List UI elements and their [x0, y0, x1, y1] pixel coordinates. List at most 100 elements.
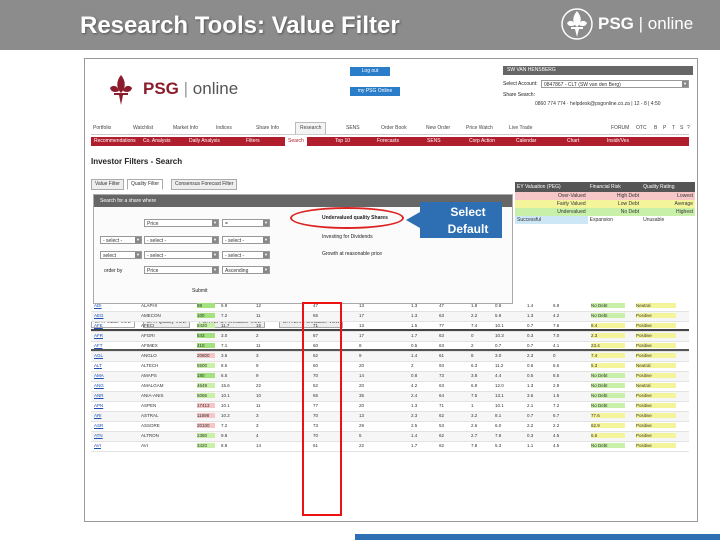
cell-p-nav: 0.5	[411, 343, 418, 348]
subnav-insider[interactable]: Insidr/Ves	[607, 138, 629, 144]
nav-t[interactable]: T	[672, 125, 675, 131]
subnav-calendar[interactable]: Calendar	[516, 138, 536, 144]
cell-share-code[interactable]: AFR	[94, 333, 134, 338]
legend-header: Quality Rating	[641, 182, 695, 192]
cell-share-code[interactable]: AFT	[94, 343, 134, 348]
nav-s[interactable]: S	[680, 125, 683, 131]
table-row[interactable]: AFR AFGRI 543 3.0 2 67 17 1.7 63 0 10.3 0.3 7.0 2.3 Po…	[91, 332, 689, 342]
cell-roe: 17	[359, 313, 365, 318]
nav-portfolio[interactable]: Portfolio	[93, 125, 111, 131]
app-logo-bold: PSG	[143, 79, 179, 98]
subnav-top-10[interactable]: Top 10	[335, 138, 350, 144]
table-row[interactable]: ADI ALAPHI 88 6.9 12 47 13 1.3 47 1.8 0.6 1.4 6.9 No …	[91, 302, 689, 312]
row2-field-select[interactable]: - select - ▼	[144, 236, 219, 244]
row2-operator-select[interactable]: - select - ▼	[222, 236, 270, 244]
cell-p-tnav: 3.2	[471, 413, 478, 418]
nav-market-info[interactable]: Market Info	[173, 125, 198, 131]
chevron-down-icon: ▼	[135, 237, 141, 243]
cell-share-code[interactable]: ALT	[94, 363, 134, 368]
nav-research[interactable]: Research	[295, 122, 327, 134]
table-row[interactable]: APN ASPEN 17413 10.1 11 77 20 1.3 71 1 10.1 2.1 7.2 N…	[91, 402, 689, 412]
table-row[interactable]: AFE AFECI 8420 11.7 15 71 13 1.5 77 7.4 10.1 0.7 7.6…	[91, 322, 689, 332]
cell-div-yield: 4.2	[553, 313, 560, 318]
cell-share-code[interactable]: ARI	[94, 413, 134, 418]
subnav-search[interactable]: Search	[285, 137, 307, 146]
table-row[interactable]: ALT ALTECH 5500 8.5 9 60 20 2 93 6.3 11.2 0.6 6.5 5.3…	[91, 362, 689, 372]
row3-field-select[interactable]: - select - ▼	[144, 251, 219, 259]
cell-share-name: AFGRI	[141, 333, 155, 338]
cell-share-code[interactable]: ANG	[94, 383, 134, 388]
nav-indices[interactable]: Indices	[216, 125, 232, 131]
row1-field-select[interactable]: Price ▼	[144, 219, 219, 227]
tab-value-filter[interactable]: Value Filter	[91, 179, 124, 190]
nav-sens[interactable]: SENS	[346, 125, 360, 131]
cell-p-tnav: 2.2	[471, 313, 478, 318]
nav-b[interactable]: B	[654, 125, 657, 131]
submit-button[interactable]: Submit	[192, 288, 208, 294]
cell-price: 5500	[197, 363, 215, 368]
cell-heps-growth: 12	[256, 303, 262, 308]
row3-bool-select[interactable]: select ▼	[100, 251, 142, 259]
table-row[interactable]: ARI ASTRAL 11698 10.2 3 70 13 2.3 62 3.2 8.1 0.7 6.7…	[91, 412, 689, 422]
table-row[interactable]: ANR ANIA-ANIS 5066 10.1 10 65 35 2.4 64 7.5 13.1 3.…	[91, 392, 689, 402]
option-growth-reasonable-price[interactable]: Growth at reasonable price	[322, 251, 382, 257]
order-direction-select[interactable]: Ascending ▼	[222, 266, 270, 274]
subnav-daily-analysis[interactable]: Daily Analysis	[189, 138, 220, 144]
cell-pe: 10.1	[221, 393, 230, 398]
subnav-sens[interactable]: SENS	[427, 138, 441, 144]
subnav-corp-action[interactable]: Corp Action	[469, 138, 495, 144]
cell-pe: 11.7	[221, 323, 230, 328]
nav-forum[interactable]: FORUM	[611, 125, 629, 131]
option-investing-for-dividends[interactable]: Investing for Dividends	[322, 234, 373, 240]
subnav-forecasts[interactable]: Forecasts	[377, 138, 399, 144]
tab-quality-filter[interactable]: Quality Filter	[127, 179, 164, 190]
subnav-recommendations[interactable]: Recommendations	[94, 138, 136, 144]
nav-price-watch[interactable]: Price Watch	[466, 125, 493, 131]
cell-share-code[interactable]: ADI	[94, 303, 134, 308]
subnav-filters[interactable]: Filters	[246, 138, 260, 144]
table-row[interactable]: ASR ASSORE 20100 7.2 3 73 29 2.5 53 2.6 6.0 2.2 2.2 6…	[91, 422, 689, 432]
my-psg-online-button[interactable]: my PSG Online	[350, 87, 400, 96]
chevron-down-icon: ▼	[212, 252, 218, 258]
logout-button[interactable]: Log out	[350, 67, 390, 76]
row2-bool-select[interactable]: - select - ▼	[100, 236, 142, 244]
nav-share-info[interactable]: Share Info	[256, 125, 279, 131]
app-logo[interactable]: PSG | online	[105, 71, 285, 109]
row3-operator-select[interactable]: - select - ▼	[222, 251, 270, 259]
cell-share-code[interactable]: AFE	[94, 323, 134, 328]
account-select[interactable]: 0847867 - CLT (SW van den Berg) ▼	[541, 80, 689, 88]
help-icon[interactable]: ?	[687, 125, 690, 131]
cell-p-sales: 0.5	[527, 373, 534, 378]
cell-div-yield: 4.1	[553, 343, 560, 348]
nav-otc[interactable]: OTC	[636, 125, 647, 131]
row1-operator-select[interactable]: = ▼	[222, 219, 270, 227]
table-row[interactable]: AGL ANGLO 20800 3.6 3 62 9 1.4 61 8 3.0 2.3 0 7.4 Posi…	[91, 352, 689, 362]
tab-consensus-forecast-filter[interactable]: Consensus Forecast Filter	[171, 179, 238, 190]
cell-share-code[interactable]: AVI	[94, 443, 134, 448]
subnav-chart[interactable]: Chart	[567, 138, 579, 144]
cell-share-code[interactable]: ATN	[94, 433, 134, 438]
table-row[interactable]: AMA AMAPS 180 6.5 9 70 14 0.8 73 3.8 4.4 0.5 8.5 No D…	[91, 372, 689, 382]
cell-share-code[interactable]: AMA	[94, 373, 134, 378]
cell-share-code[interactable]: ASR	[94, 423, 134, 428]
nav-new-order[interactable]: New Order	[426, 125, 450, 131]
table-row[interactable]: ANG AMALGAM 4649 15.6 22 62 20 4.2 63 6.9 12.0 1.3 2…	[91, 382, 689, 392]
nav-live-trade[interactable]: Live Trade	[509, 125, 532, 131]
cell-heps-growth: 2	[256, 333, 259, 338]
subnav-co-analysis[interactable]: Co. Analysis	[143, 138, 171, 144]
table-row[interactable]: AEG AMECON 100 7.2 11 65 17 1.3 63 2.2 5.9 1.3 4.2 No…	[91, 312, 689, 322]
chevron-down-icon: ▼	[263, 220, 269, 226]
cell-p-tnav: 0	[471, 333, 474, 338]
cell-share-code[interactable]: AEG	[94, 313, 134, 318]
table-row[interactable]: AVI AVI 3420 8.8 14 61 22 1.7 62 7.8 5.3 1.1 4.5 No D…	[91, 442, 689, 452]
cell-share-code[interactable]: AGL	[94, 353, 134, 358]
nav-watchlist[interactable]: Watchlist	[133, 125, 153, 131]
nav-p[interactable]: P	[663, 125, 666, 131]
order-field-select[interactable]: Price ▼	[144, 266, 219, 274]
nav-order-book[interactable]: Order Book	[381, 125, 407, 131]
cell-share-code[interactable]: APN	[94, 403, 134, 408]
cell-p-nav: 2.5	[411, 423, 418, 428]
cell-share-code[interactable]: ANR	[94, 393, 134, 398]
table-row[interactable]: ATN ALTRON 2380 9.8 4 70 5 1.4 62 2.7 7.8 0.3 4.5 6.5…	[91, 432, 689, 442]
table-row[interactable]: AFT AFIMEX 410 7.1 11 60 8 0.5 63 2 0.7 0.7 4.1 23.4 P…	[91, 342, 689, 352]
